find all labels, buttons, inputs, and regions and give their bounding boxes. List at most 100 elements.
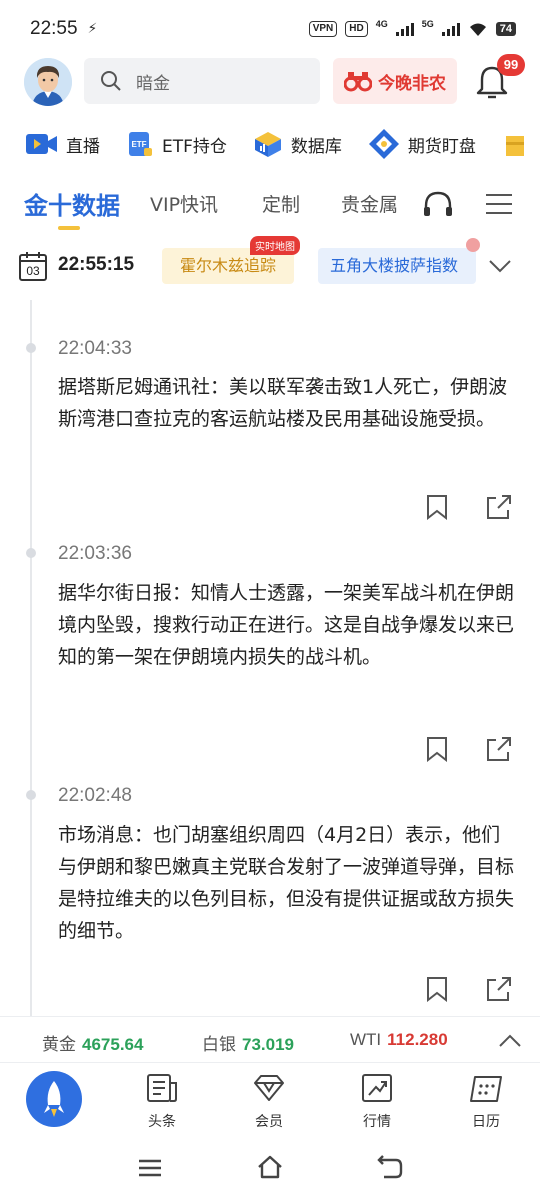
news-time: 22:04:33: [58, 338, 132, 359]
share-icon[interactable]: [486, 494, 512, 520]
price-name: WTI: [350, 1030, 382, 1049]
price-name: 白银: [202, 1035, 236, 1054]
tab-precious-metals[interactable]: 贵金属: [341, 190, 398, 217]
nav-headlines[interactable]: 头条: [127, 1073, 197, 1131]
nonfarm-payroll-label: 今晚非农: [378, 73, 446, 94]
price-value: 4675.64: [82, 1035, 144, 1054]
live-video-icon: [26, 134, 57, 154]
vpn-indicator: VPN: [308, 21, 338, 37]
news-time: 22:03:36: [58, 543, 132, 564]
newspaper-icon: [147, 1074, 177, 1102]
chevron-up-icon[interactable]: [498, 1031, 522, 1049]
quick-link-live[interactable]: 直播: [26, 132, 100, 157]
nav-calendar[interactable]: 日历: [451, 1073, 521, 1131]
nav-label: 头条: [148, 1114, 176, 1130]
search-input[interactable]: 暗金: [84, 58, 320, 104]
quick-link-label: 期货盯盘: [407, 136, 476, 157]
calendar-day: 03: [26, 264, 40, 278]
quick-link-futures[interactable]: 期货盯盘: [368, 128, 476, 160]
nonfarm-payroll-button[interactable]: 今晚非农: [333, 58, 457, 104]
quick-link-database[interactable]: 数据库: [253, 130, 342, 158]
charging-bolt-icon: ⚡: [87, 21, 98, 37]
news-text: 市场消息：也门胡塞组织周四（4月2日）表示，他们与伊朗和黎巴嫩真主党联合发射了一…: [58, 824, 515, 942]
calendar-icon: [470, 1076, 502, 1102]
quick-link-etf[interactable]: ETF ETF持仓: [126, 130, 227, 158]
time-topic-row: 03 22:55:15 霍尔木兹追踪 实时地图 五角大楼披萨指数: [0, 236, 540, 288]
current-time: 22:55:15: [58, 254, 135, 275]
quick-link-label: 直播: [66, 136, 100, 157]
database-icon: [254, 132, 281, 157]
diamond-icon: [254, 1075, 284, 1101]
topic-badge-dot: [466, 238, 480, 252]
tab-custom[interactable]: 定制: [262, 190, 300, 217]
network-type-5g: 5G: [421, 19, 434, 29]
gold-bar-icon: [505, 136, 524, 156]
timeline-dot: [26, 548, 36, 558]
header: 暗金 今晚非农 99: [0, 54, 540, 116]
bookmark-icon[interactable]: [426, 976, 448, 1002]
svg-text:ETF: ETF: [131, 140, 146, 149]
timeline-dot: [26, 343, 36, 353]
user-avatar-icon: [24, 58, 72, 106]
battery-indicator: 74: [495, 22, 516, 36]
search-icon: [101, 71, 121, 91]
notification-count-badge: 99: [497, 54, 525, 76]
price-value: 112.280: [387, 1030, 448, 1049]
status-icons: VPN HD 4G 5G 74: [308, 19, 516, 37]
news-text: 据塔斯尼姆通讯社：美以联军袭击致1人死亡，伊朗波斯湾港口查拉克的客运航站楼及民用…: [58, 376, 508, 430]
live-map-badge: 实时地图: [250, 236, 300, 255]
price-ticker-bar[interactable]: 黄金 4675.64 白银 73.019 WTI 112.280: [0, 1016, 540, 1062]
quick-link-label: ETF持仓: [162, 136, 227, 157]
home-icon[interactable]: [256, 1154, 284, 1180]
share-icon[interactable]: [486, 736, 512, 762]
price-silver[interactable]: 白银 73.019: [202, 1030, 294, 1055]
chevron-down-icon[interactable]: [488, 254, 512, 278]
news-text: 据华尔街日报：知情人士透露，一架美军战斗机在伊朗境内坠毁，搜救行动正在进行。这是…: [58, 582, 515, 668]
tab-jin10-data[interactable]: 金十数据: [24, 186, 120, 221]
home-rocket-button[interactable]: [26, 1071, 82, 1127]
bookmark-icon[interactable]: [426, 494, 448, 520]
nav-membership[interactable]: 会员: [234, 1073, 304, 1131]
share-icon[interactable]: [486, 976, 512, 1002]
system-navigation-bar: [0, 1140, 540, 1199]
menu-icon[interactable]: [486, 192, 512, 216]
price-value: 73.019: [242, 1035, 294, 1054]
avatar[interactable]: [24, 58, 72, 106]
binoculars-icon: [344, 72, 372, 92]
quick-link-more[interactable]: [502, 130, 532, 158]
nav-label: 行情: [363, 1114, 391, 1130]
status-time: 22:55: [30, 18, 78, 39]
market-chart-icon: [362, 1074, 392, 1102]
etf-icon: ETF: [129, 132, 152, 156]
quick-link-label: 数据库: [290, 136, 342, 157]
category-tabs: 金十数据 VIP快讯 定制 贵金属: [0, 182, 540, 232]
topic-pentagon-pizza-index[interactable]: 五角大楼披萨指数: [318, 248, 476, 284]
news-time: 22:02:48: [58, 785, 132, 806]
bookmark-icon[interactable]: [426, 736, 448, 762]
rocket-icon: [44, 1081, 64, 1117]
status-bar: 22:55 ⚡ VPN HD 4G 5G 74: [0, 0, 540, 58]
active-tab-indicator: [58, 226, 80, 230]
bottom-nav: 头条 会员 行情 日历: [0, 1062, 540, 1138]
nav-label: 会员: [255, 1114, 283, 1130]
futures-icon: [368, 129, 399, 159]
signal-bars-icon: [441, 22, 460, 36]
network-type-4g: 4G: [375, 19, 388, 29]
nav-label: 日历: [472, 1114, 500, 1130]
search-placeholder: 暗金: [136, 73, 170, 94]
recent-apps-icon[interactable]: [138, 1158, 162, 1178]
price-name: 黄金: [42, 1035, 76, 1054]
tab-vip-flash[interactable]: VIP快讯: [150, 190, 218, 217]
quick-links-row: 直播 ETF ETF持仓 数据库 期货盯盘: [0, 124, 540, 164]
price-wti[interactable]: WTI 112.280: [350, 1030, 448, 1050]
back-icon[interactable]: [376, 1154, 404, 1180]
timeline-dot: [26, 790, 36, 800]
wifi-icon: [469, 23, 486, 36]
price-gold[interactable]: 黄金 4675.64: [42, 1030, 143, 1055]
signal-bars-icon: [395, 22, 414, 36]
timeline-line: [30, 300, 32, 1016]
hd-indicator: HD: [345, 21, 368, 37]
headphones-icon[interactable]: [422, 190, 454, 218]
nav-market[interactable]: 行情: [342, 1073, 412, 1131]
calendar-icon[interactable]: 03: [18, 250, 48, 286]
